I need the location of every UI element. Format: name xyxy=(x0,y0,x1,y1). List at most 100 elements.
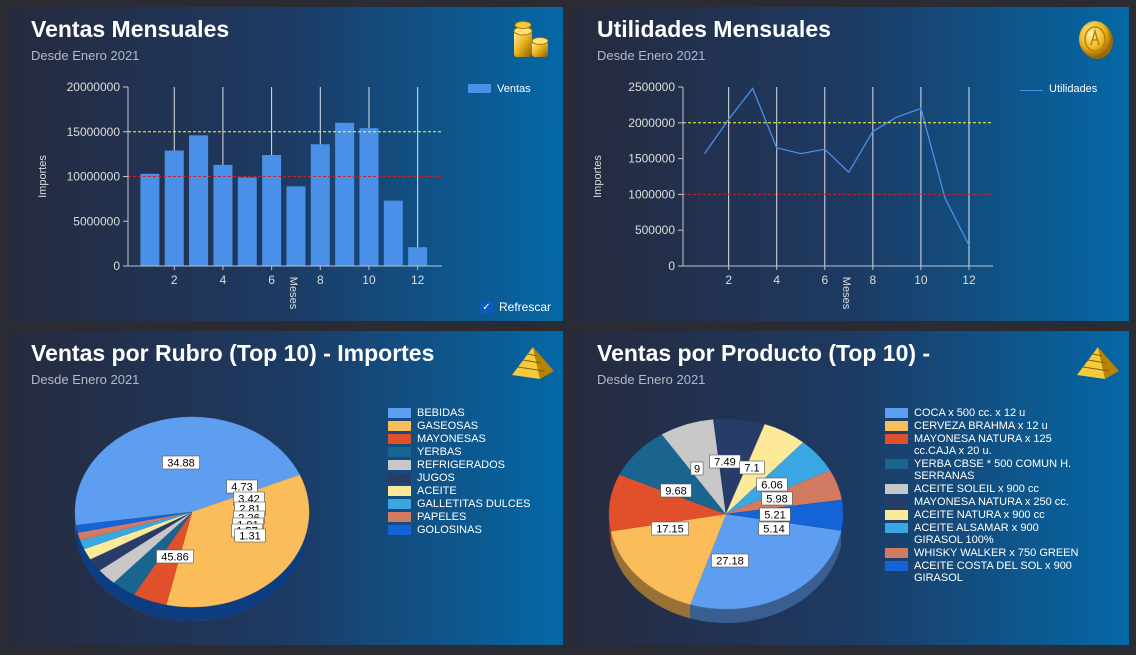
legend-item: MAYONESAS xyxy=(388,433,531,445)
legend-label: Utilidades xyxy=(1049,83,1098,95)
chart-legend: Utilidades xyxy=(1020,83,1097,96)
legend-item: Utilidades xyxy=(1020,83,1097,95)
legend-label: ACEITE xyxy=(417,485,457,497)
legend-item: GOLOSINAS xyxy=(388,524,531,536)
bar xyxy=(262,155,282,266)
x-tick-label: 6 xyxy=(268,273,275,287)
legend-swatch xyxy=(388,434,411,444)
bar xyxy=(237,177,257,266)
legend-item: COCA x 500 cc. x 12 u xyxy=(885,407,1090,419)
ventas-bar-chart: 0 5000000 10000000 15000000 20000000 2 4 6 8 10 12… xyxy=(37,80,442,310)
legend-label: MAYONESA NATURA x 125 cc.CAJA x 20 u. xyxy=(914,433,1052,457)
data-label: 5.98 xyxy=(766,494,787,506)
legend-item: Ventas xyxy=(468,83,531,95)
legend-swatch xyxy=(388,499,411,509)
series-line xyxy=(704,87,970,246)
data-label: 6.06 xyxy=(761,480,782,492)
legend-swatch xyxy=(885,510,908,520)
data-label: 9 xyxy=(694,464,700,476)
legend-swatch xyxy=(388,525,411,535)
legend-label: ACEITE ALSAMAR x 900 GIRASOL 100% xyxy=(914,522,1039,546)
refresh-checkbox[interactable]: ✓ Refrescar xyxy=(479,300,551,314)
legend-item: ACEITE COSTA DEL SOL x 900 GIRASOL xyxy=(885,560,1090,584)
refresh-label: Refrescar xyxy=(498,300,551,314)
legend-swatch xyxy=(388,512,411,522)
legend-label: MAYONESA NATURA x 250 cc. xyxy=(914,496,1069,508)
legend-swatch xyxy=(388,460,411,470)
y-axis-title: Importes xyxy=(592,155,604,198)
legend-item: ACEITE xyxy=(388,485,531,497)
legend-label: GALLETITAS DULCES xyxy=(417,498,531,510)
legend-item: REFRIGERADOS xyxy=(388,459,531,471)
legend-swatch xyxy=(885,484,908,494)
x-tick-label: 4 xyxy=(220,273,227,287)
y-axis-title: Importes xyxy=(37,155,49,198)
legend-swatch xyxy=(885,408,908,418)
x-tick-label: 2 xyxy=(725,273,732,287)
legend-label: CERVEZA BRAHMA x 12 u xyxy=(914,420,1048,432)
bar xyxy=(213,164,233,266)
legend-item: ACEITE ALSAMAR x 900 GIRASOL 100% xyxy=(885,522,1090,546)
data-label: 1.31 xyxy=(239,531,260,543)
y-tick-label: 10000000 xyxy=(67,170,121,184)
data-label: 7.1 xyxy=(744,463,759,475)
legend-swatch xyxy=(885,548,908,558)
legend-label: YERBAS xyxy=(417,446,462,458)
legend-swatch xyxy=(388,447,411,457)
x-tick-label: 8 xyxy=(870,273,877,287)
x-tick-label: 2 xyxy=(171,273,178,287)
chart-legend: COCA x 500 cc. x 12 u CERVEZA BRAHMA x 12… xyxy=(885,407,1090,585)
legend-swatch xyxy=(388,421,411,431)
legend-swatch xyxy=(388,486,411,496)
x-tick-label: 12 xyxy=(962,273,976,287)
y-tick-label: 1000000 xyxy=(628,187,675,201)
legend-item: MAYONESA NATURA x 250 cc. xyxy=(885,496,1090,508)
legend-item: YERBA CBSE * 500 COMUN H. SERRANAS xyxy=(885,458,1090,482)
utilidades-line-chart: 0 500000 1000000 1500000 2000000 2500000 2 4 6 8 1… xyxy=(592,80,993,310)
check-icon: ✓ xyxy=(479,300,493,314)
chart-legend: Ventas xyxy=(468,83,531,96)
legend-swatch xyxy=(885,434,908,444)
bar xyxy=(383,200,403,266)
x-tick-label: 10 xyxy=(914,273,928,287)
bar xyxy=(359,128,379,266)
chart-legend: BEBIDAS GASEOSAS MAYONESAS YERBAS REFRIGERAD… xyxy=(388,407,531,537)
legend-item: YERBAS xyxy=(388,446,531,458)
legend-label: ACEITE COSTA DEL SOL x 900 GIRASOL xyxy=(914,560,1072,584)
legend-label: REFRIGERADOS xyxy=(417,459,506,471)
legend-label: GASEOSAS xyxy=(417,420,479,432)
y-tick-label: 0 xyxy=(668,259,675,273)
legend-item: GALLETITAS DULCES xyxy=(388,498,531,510)
bar xyxy=(408,247,428,266)
bar xyxy=(310,144,330,266)
y-tick-label: 2000000 xyxy=(628,116,675,130)
legend-label: WHISKY WALKER x 750 GREEN xyxy=(914,547,1079,559)
x-tick-label: 10 xyxy=(362,273,376,287)
legend-item: CERVEZA BRAHMA x 12 u xyxy=(885,420,1090,432)
ventas-rubro-panel: Ventas por Rubro (Top 10) - Importes Des… xyxy=(7,331,563,645)
legend-swatch xyxy=(885,459,908,469)
bar xyxy=(164,150,184,266)
legend-label: ACEITE NATURA x 900 cc xyxy=(914,509,1045,521)
x-tick-label: 12 xyxy=(411,273,425,287)
legend-label: YERBA CBSE * 500 COMUN H. SERRANAS xyxy=(914,458,1072,482)
utilidades-mensuales-panel: Utilidades Mensuales Desde Enero 2021 05… xyxy=(573,7,1129,321)
legend-label: JUGOS xyxy=(417,472,455,484)
legend-swatch xyxy=(388,408,411,418)
data-label: 5.21 xyxy=(764,510,785,522)
legend-label: MAYONESAS xyxy=(417,433,486,445)
bar xyxy=(189,135,209,266)
bar xyxy=(140,173,160,266)
x-axis-title: Meses xyxy=(287,277,299,310)
y-tick-label: 1500000 xyxy=(628,152,675,166)
y-tick-label: 500000 xyxy=(635,223,675,237)
legend-item: BEBIDAS xyxy=(388,407,531,419)
legend-label: ACEITE SOLEIL x 900 cc xyxy=(914,483,1039,495)
legend-swatch xyxy=(885,523,908,533)
legend-item: ACEITE SOLEIL x 900 cc xyxy=(885,483,1090,495)
y-tick-label: 5000000 xyxy=(73,214,120,228)
legend-item: MAYONESA NATURA x 125 cc.CAJA x 20 u. xyxy=(885,433,1090,457)
legend-swatch xyxy=(885,561,908,571)
ventas-producto-panel: Ventas por Producto (Top 10) - Desde Ene… xyxy=(573,331,1129,645)
legend-swatch xyxy=(468,84,491,93)
